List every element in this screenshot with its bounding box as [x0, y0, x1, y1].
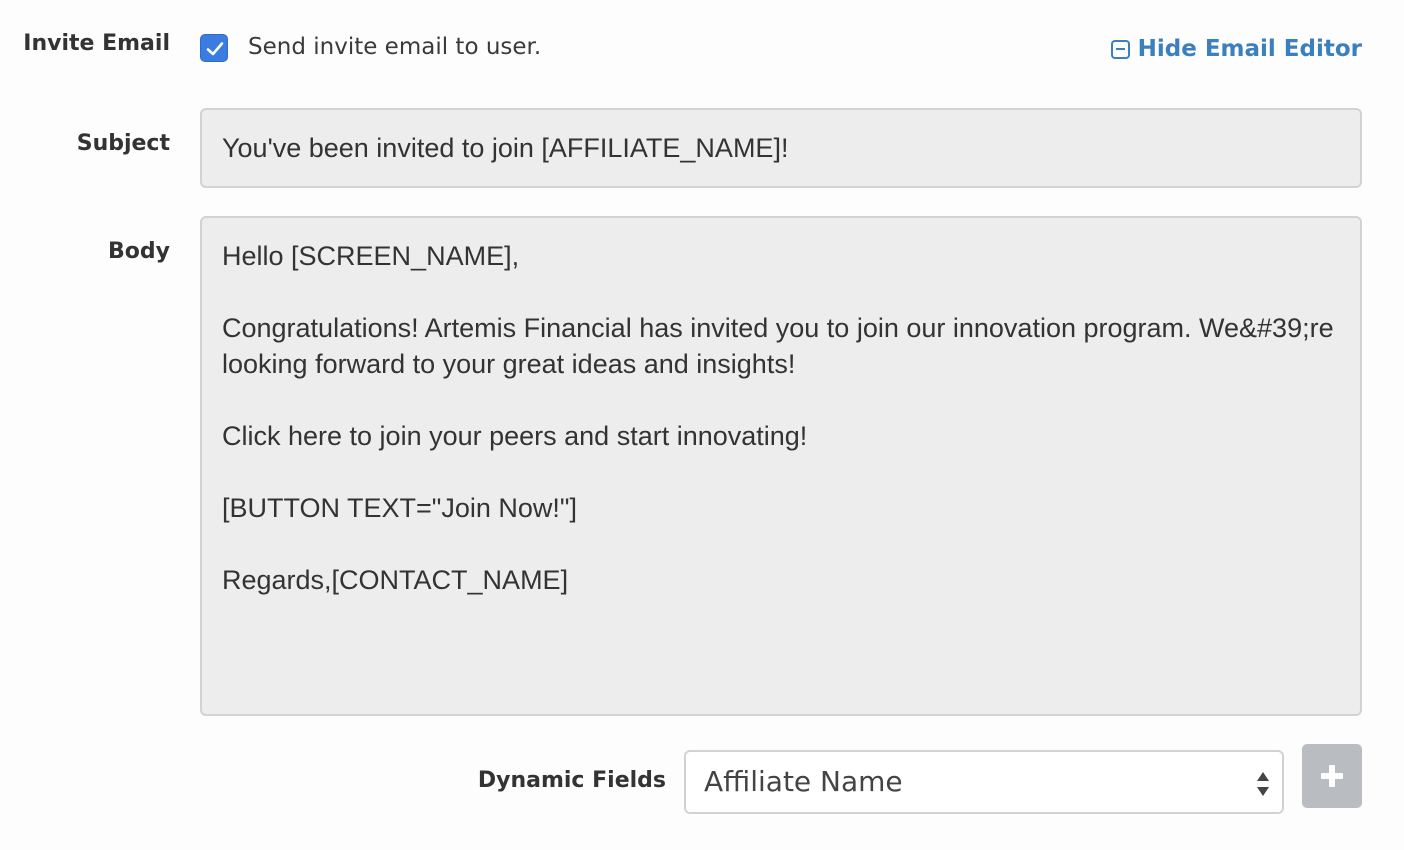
send-invite-checkbox-label[interactable]: Send invite email to user. [248, 34, 541, 60]
subject-label: Subject [76, 131, 170, 156]
dynamic-fields-selected-value: Affiliate Name [704, 765, 903, 798]
send-invite-checkbox[interactable] [200, 34, 228, 62]
body-textarea[interactable]: Hello [SCREEN_NAME], Congratulations! Ar… [200, 216, 1362, 716]
dynamic-fields-label: Dynamic Fields [477, 768, 666, 793]
body-label: Body [108, 239, 170, 264]
hide-email-editor-link[interactable]: Hide Email Editor [1110, 36, 1362, 62]
checkmark-icon [206, 42, 224, 56]
select-arrows-icon [1257, 772, 1269, 796]
add-dynamic-field-button[interactable] [1302, 744, 1362, 808]
invite-email-form: Invite Email Send invite email to user. … [0, 0, 1404, 850]
invite-email-label: Invite Email [23, 31, 170, 56]
dynamic-fields-select[interactable]: Affiliate Name [684, 750, 1284, 814]
collapse-icon [1110, 39, 1130, 59]
subject-input[interactable]: You've been invited to join [AFFILIATE_N… [200, 108, 1362, 188]
hide-email-editor-label: Hide Email Editor [1137, 36, 1362, 62]
